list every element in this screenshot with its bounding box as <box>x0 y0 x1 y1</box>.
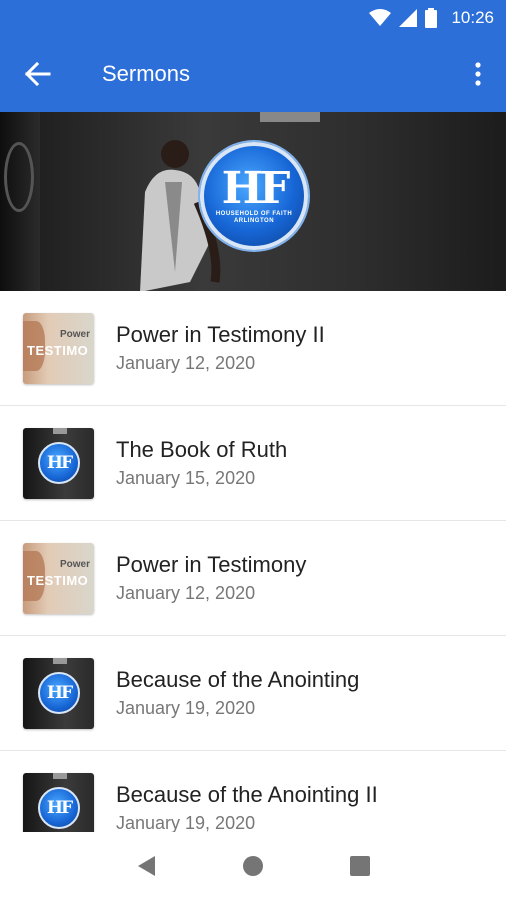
sermon-title: Because of the Anointing <box>116 667 360 692</box>
sermon-thumbnail: HF <box>23 427 94 499</box>
sermon-date: January 15, 2020 <box>116 468 256 488</box>
logo-mark: HF <box>38 441 80 484</box>
battery-icon <box>425 8 438 28</box>
sermon-list: Power TESTIMO Power in Testimony II Janu… <box>0 291 506 832</box>
sermon-date: January 12, 2020 <box>116 353 256 373</box>
status-time: 10:26 <box>451 8 494 27</box>
sermon-thumbnail: Power TESTIMO <box>23 542 94 614</box>
sermon-date: January 19, 2020 <box>116 698 256 718</box>
back-triangle-icon <box>137 856 155 876</box>
thumbnail-caption: Power <box>59 558 90 570</box>
list-item[interactable]: HF Because of the Anointing II January 1… <box>0 751 506 832</box>
sermon-thumbnail: HF <box>23 772 94 832</box>
status-bar: 10:26 <box>0 0 506 36</box>
sermon-title: Because of the Anointing II <box>116 782 378 807</box>
thumbnail-caption: Power <box>59 328 90 340</box>
hero-banner: HF HOUSEHOLD OF FAITH ARLINGTON <box>0 112 506 291</box>
sermon-thumbnail: Power TESTIMO <box>23 312 94 384</box>
logo-mark: HF <box>38 671 80 714</box>
logo-mark: HF <box>38 786 80 829</box>
logo-mark: HF <box>221 163 291 214</box>
list-item[interactable]: HF The Book of Ruth January 15, 2020 <box>0 406 506 521</box>
sermon-date: January 12, 2020 <box>116 583 256 603</box>
sermon-title: Power in Testimony <box>116 552 307 577</box>
home-circle-icon <box>242 856 263 876</box>
thumbnail-caption: TESTIMO <box>27 342 89 358</box>
sermon-title: Power in Testimony II <box>116 322 325 347</box>
more-vert-icon <box>475 62 481 86</box>
speaker-image <box>0 112 40 291</box>
wifi-icon <box>369 9 392 26</box>
list-item[interactable]: Power TESTIMO Power in Testimony January… <box>0 521 506 636</box>
sermon-thumbnail: HF <box>23 657 94 729</box>
logo-text: HOUSEHOLD OF FAITH ARLINGTON <box>215 211 293 224</box>
nav-recents-button[interactable] <box>340 846 380 886</box>
sermon-date: January 19, 2020 <box>116 813 256 832</box>
page-title: Sermons <box>102 61 191 86</box>
back-button[interactable] <box>0 36 76 112</box>
arrow-back-icon <box>25 62 51 86</box>
nav-home-button[interactable] <box>233 846 273 886</box>
sermon-title: The Book of Ruth <box>116 437 288 462</box>
stage-light <box>260 112 320 122</box>
list-item[interactable]: HF Because of the Anointing January 19, … <box>0 636 506 751</box>
system-nav-bar <box>0 832 506 900</box>
church-logo: HF HOUSEHOLD OF FAITH ARLINGTON <box>200 142 308 250</box>
recents-square-icon <box>350 856 371 876</box>
overflow-menu-button[interactable] <box>450 36 506 112</box>
app-bar: Sermons <box>0 36 506 112</box>
signal-icon <box>399 9 418 27</box>
nav-back-button[interactable] <box>126 846 166 886</box>
thumbnail-caption: TESTIMO <box>27 572 89 588</box>
list-item[interactable]: Power TESTIMO Power in Testimony II Janu… <box>0 291 506 406</box>
